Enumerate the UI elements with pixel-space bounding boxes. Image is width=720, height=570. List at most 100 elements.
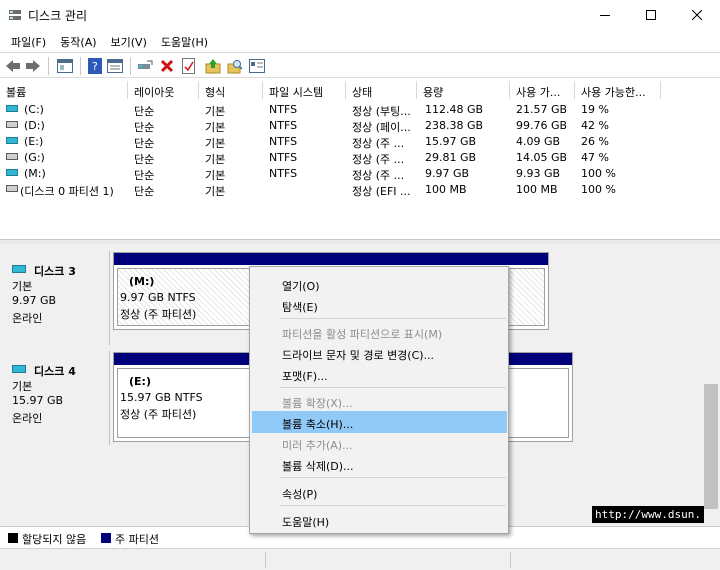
title-bar: 디스크 관리 [0, 0, 720, 30]
cell-free-space: 14.05 GB [516, 151, 568, 164]
cell-capacity: 9.97 GB [425, 167, 470, 180]
table-row[interactable]: (G:) 단순 기본 NTFS 정상 (주 ... 29.81 GB 14.05… [0, 149, 720, 166]
disk-name: 디스크 3 [34, 265, 76, 278]
close-button[interactable] [674, 0, 720, 30]
cell-status: 정상 (EFI ... [352, 185, 411, 198]
cell-percent-free: 26 % [581, 135, 609, 148]
menu-item-explore[interactable]: 탐색(E) [252, 294, 507, 316]
partition-status: 정상 (주 파티션) [120, 308, 197, 321]
cell-filesystem: NTFS [269, 135, 298, 148]
disk-size: 9.97 GB [12, 294, 57, 307]
cell-volume: (G:) [24, 151, 45, 164]
menu-item-add-mirror[interactable]: 미러 추가(A)... [252, 432, 507, 454]
status-separator [265, 552, 266, 568]
check-button[interactable] [180, 57, 198, 75]
minimize-icon [600, 15, 610, 16]
menu-item-delete-volume[interactable]: 볼륨 삭제(D)... [252, 453, 507, 475]
cell-free-space: 21.57 GB [516, 103, 568, 116]
back-icon [6, 60, 20, 72]
menu-file[interactable]: 파일(F) [4, 30, 53, 52]
menu-item-open[interactable]: 열기(O) [252, 273, 507, 295]
connect-icon [138, 60, 153, 69]
menu-separator [280, 505, 506, 506]
volume-list-header: 볼륨 레이아웃 형식 파일 시스템 상태 용량 사용 가... 사용 가능한..… [0, 81, 720, 99]
svg-text:?: ? [92, 60, 98, 73]
cell-free-space: 9.93 GB [516, 167, 561, 180]
column-header-capacity[interactable]: 용량 [417, 81, 510, 99]
cell-volume: (디스크 0 파티션 1) [20, 185, 114, 198]
maximize-button[interactable] [628, 0, 674, 30]
back-button[interactable] [4, 57, 22, 75]
vertical-scrollbar[interactable] [702, 244, 720, 526]
legend-swatch-unallocated [8, 533, 18, 543]
table-row[interactable]: (D:) 단순 기본 NTFS 정상 (페이... 238.38 GB 99.7… [0, 117, 720, 134]
menu-help[interactable]: 도움말(H) [154, 30, 215, 52]
disk-4-info[interactable]: 디스크 4 기본 15.97 GB 온라인 [4, 351, 110, 445]
partition-letter: (M:) [129, 275, 155, 288]
cell-volume: (C:) [24, 103, 44, 116]
table-row[interactable]: (디스크 0 파티션 1) 단순 기본 정상 (EFI ... 100 MB 1… [0, 181, 720, 198]
scrollbar-thumb[interactable] [704, 384, 718, 509]
details-button[interactable] [248, 57, 266, 75]
table-row[interactable]: (E:) 단순 기본 NTFS 정상 (주 ... 15.97 GB 4.09 … [0, 133, 720, 150]
menu-item-properties[interactable]: 속성(P) [252, 481, 507, 503]
menu-item-extend-volume[interactable]: 볼륨 확장(X)... [252, 390, 507, 412]
forward-icon [26, 60, 40, 72]
help-icon: ? [88, 58, 102, 74]
menu-bar: 파일(F) 동작(A) 보기(V) 도움말(H) [0, 30, 720, 52]
check-icon [182, 58, 195, 74]
console-tree-button[interactable] [56, 57, 74, 75]
column-header-type[interactable]: 형식 [199, 81, 263, 99]
disk-3-info[interactable]: 디스크 3 기본 9.97 GB 온라인 [4, 251, 110, 345]
column-header-percent-free[interactable]: 사용 가능한... [575, 81, 661, 99]
table-row[interactable]: (M:) 단순 기본 NTFS 정상 (주 ... 9.97 GB 9.93 G… [0, 165, 720, 182]
column-header-status[interactable]: 상태 [346, 81, 417, 99]
cell-capacity: 112.48 GB [425, 103, 484, 116]
delete-button[interactable] [158, 57, 176, 75]
partition-size-fs: 15.97 GB NTFS [120, 391, 203, 404]
cell-volume: (E:) [24, 135, 44, 148]
up-folder-button[interactable] [204, 57, 222, 75]
forward-button[interactable] [24, 57, 42, 75]
column-header-free-space[interactable]: 사용 가... [510, 81, 575, 99]
drive-icon [6, 169, 18, 176]
menu-item-format[interactable]: 포맷(F)... [252, 363, 507, 385]
connect-button[interactable] [136, 57, 154, 75]
disk-type: 기본 [12, 380, 33, 393]
list-view-button[interactable] [106, 57, 124, 75]
toolbar-separator [80, 57, 81, 75]
menu-item-help[interactable]: 도움말(H) [252, 509, 507, 531]
legend-label-unallocated: 할당되지 않음 [22, 533, 87, 546]
menu-item-shrink-volume[interactable]: 볼륨 축소(H)... [252, 411, 507, 433]
status-separator [510, 552, 511, 568]
minimize-button[interactable] [582, 0, 628, 30]
volume-list: (C:) 단순 기본 NTFS 정상 (부팅... 112.48 GB 21.5… [0, 99, 720, 239]
partition-status: 정상 (주 파티션) [120, 408, 197, 421]
delete-icon [160, 59, 174, 73]
menu-view[interactable]: 보기(V) [104, 30, 154, 52]
search-button[interactable] [226, 57, 244, 75]
menu-separator [280, 387, 506, 388]
cell-capacity: 100 MB [425, 183, 467, 196]
cell-filesystem: NTFS [269, 103, 298, 116]
context-menu: 열기(O) 탐색(E) 파티션을 활성 파티션으로 표시(M) 드라이브 문자 … [249, 266, 509, 534]
disk-state: 온라인 [12, 412, 43, 425]
menu-item-mark-active[interactable]: 파티션을 활성 파티션으로 표시(M) [252, 321, 507, 343]
column-header-filesystem[interactable]: 파일 시스템 [263, 81, 346, 99]
column-header-layout[interactable]: 레이아웃 [128, 81, 199, 99]
legend-swatch-primary [101, 533, 111, 543]
table-row[interactable]: (C:) 단순 기본 NTFS 정상 (부팅... 112.48 GB 21.5… [0, 101, 720, 118]
toolbar: ? [0, 52, 720, 78]
menu-item-change-drive-letter[interactable]: 드라이브 문자 및 경로 변경(C)... [252, 342, 507, 364]
help-button[interactable]: ? [86, 57, 104, 75]
cell-filesystem: NTFS [269, 119, 298, 132]
menu-action[interactable]: 동작(A) [53, 30, 103, 52]
cell-percent-free: 42 % [581, 119, 609, 132]
disk-icon [12, 365, 26, 373]
cell-free-space: 99.76 GB [516, 119, 568, 132]
cell-free-space: 100 MB [516, 183, 558, 196]
list-icon [107, 59, 123, 73]
properties-icon [57, 59, 73, 73]
column-header-volume[interactable]: 볼륨 [0, 81, 128, 99]
maximize-icon [646, 10, 656, 20]
